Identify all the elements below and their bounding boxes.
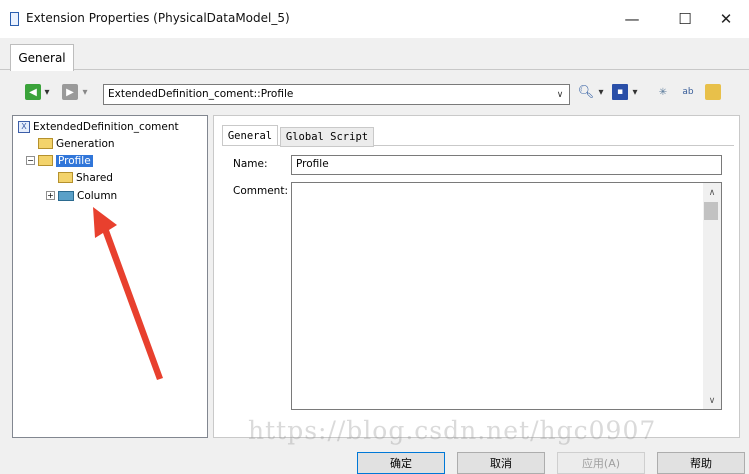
- cancel-button[interactable]: 取消: [457, 452, 545, 474]
- tab-general-inner[interactable]: General: [222, 125, 278, 145]
- help-button[interactable]: 帮助: [657, 452, 745, 474]
- watermark: https://blog.csdn.net/hgc0907: [248, 416, 657, 445]
- annotation-arrow: [93, 207, 163, 380]
- ok-button[interactable]: 确定: [357, 452, 445, 474]
- apply-button[interactable]: 应用(A): [557, 452, 645, 474]
